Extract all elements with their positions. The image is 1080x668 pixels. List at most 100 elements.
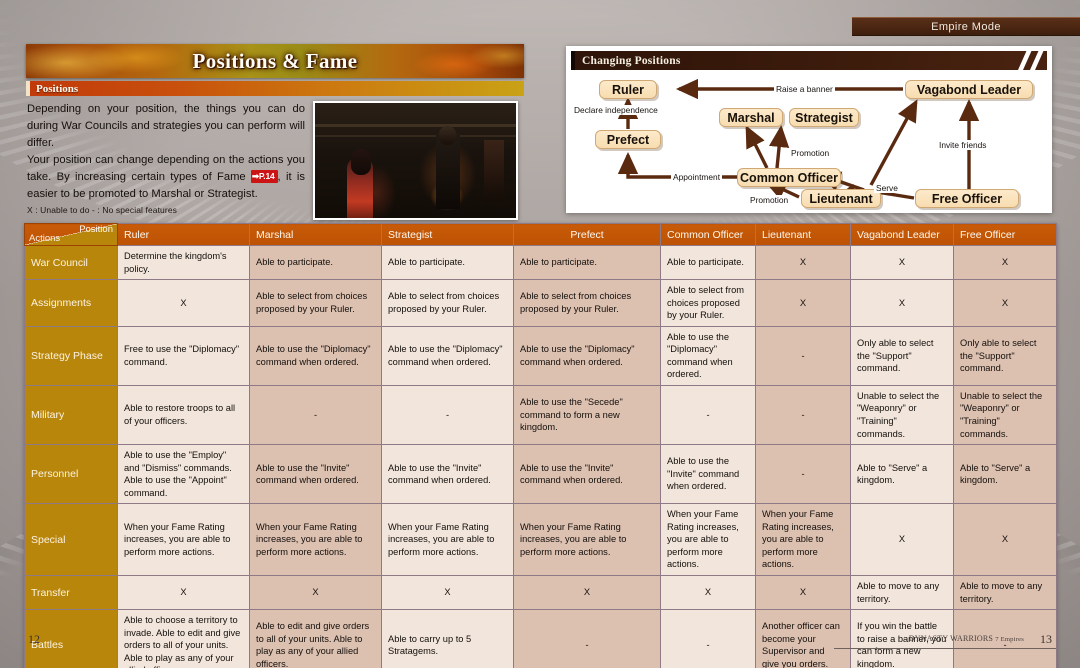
page-number-right: 13	[1040, 632, 1052, 646]
screenshot-figure-center-head	[438, 126, 456, 145]
table-row: Assignments X Able to select from choices …	[24, 279, 1057, 327]
table-header: Position Actions Ruler Marshal Strategis…	[24, 223, 1057, 246]
table-cell: X	[953, 503, 1057, 577]
diagram-node-ruler[interactable]: Ruler	[599, 80, 657, 99]
mode-tab: Empire Mode	[852, 17, 1080, 36]
diagram-node-prefect[interactable]: Prefect	[595, 130, 661, 149]
table-cell: Able to participate.	[660, 244, 756, 281]
table-col-header-vagabond-leader: Vagabond Leader	[850, 223, 954, 246]
diagram-header-slash-2	[1027, 51, 1046, 70]
table-cell: Only able to select the "Support" comman…	[953, 325, 1057, 386]
table-col-header-prefect: Prefect	[513, 223, 661, 246]
table-corner-position-label: Position	[79, 224, 113, 236]
diagram-node-common-officer[interactable]: Common Officer	[737, 168, 841, 187]
table-cell: Determine the kingdom's policy.	[117, 244, 250, 281]
table-cell: Able to move to any territory.	[850, 575, 954, 611]
diagram-edge-label-promotion-lower: Promotion	[748, 195, 791, 205]
table-cell: When your Fame Rating increases, you are…	[381, 503, 514, 577]
screenshot-thumbnail	[313, 101, 518, 220]
table-cell: Free to use the "Diplomacy" command.	[117, 325, 250, 386]
table-cell: Able to use the "Diplomacy" command when…	[513, 325, 661, 386]
table-cell: X	[755, 279, 851, 327]
table-cell: Only able to select the "Support" comman…	[850, 325, 954, 386]
footer-brand: DYNASTY WARRIORS 7 Empires	[909, 634, 1024, 643]
diagram-edge-label-raise-a-banner: Raise a banner	[774, 84, 835, 94]
table-body: War Council Determine the kingdom's polic…	[24, 244, 1057, 668]
table-corner-cell: Position Actions	[24, 223, 118, 246]
diagram-edge-label-invite-friends: Invite friends	[937, 140, 989, 150]
table-row: Strategy Phase Free to use the "Diplomacy…	[24, 325, 1057, 386]
table-cell: When your Fame Rating increases, you are…	[755, 503, 851, 577]
table-cell: Able to "Serve" a kingdom.	[953, 444, 1057, 505]
table-row: Transfer X X X X X X Able to move to any territ…	[24, 575, 1057, 611]
diagram-node-marshal[interactable]: Marshal	[719, 108, 783, 127]
table-row: Battles Able to choose a territory to inv…	[24, 609, 1057, 668]
diagram-node-free-officer[interactable]: Free Officer	[915, 189, 1019, 208]
table-cell: X	[660, 575, 756, 611]
diagram-edge-label-declare-independence: Declare independence	[572, 105, 660, 115]
table-cell: -	[513, 609, 661, 668]
diagram-header-accent-bar	[571, 51, 575, 70]
page-number-left: 12	[28, 632, 40, 646]
table-cell: Able to use the "Diplomacy" command when…	[660, 325, 756, 386]
diagram-header: Changing Positions	[571, 51, 1047, 70]
diagram-node-common-officer-label: Common Officer	[740, 170, 838, 185]
table-cell: Unable to select the "Weaponry" or "Trai…	[850, 384, 954, 446]
table-cell: Able to use the "Diplomacy" command when…	[381, 325, 514, 386]
table-cell: Able to select from choices proposed by …	[513, 279, 661, 327]
diagram-title: Changing Positions	[582, 54, 681, 67]
table-row: Personnel Able to use the "Employ" and "D…	[24, 444, 1057, 505]
body-paragraph-1: Depending on your position, the things y…	[27, 103, 305, 150]
page-title: Positions & Fame	[192, 48, 358, 73]
table-row-header: Military	[24, 384, 118, 446]
table-cell: X	[117, 279, 250, 327]
table-cell: Able to use the "Invite" command when or…	[513, 444, 661, 505]
table-cell: Able to participate.	[249, 244, 382, 281]
table-cell: When your Fame Rating increases, you are…	[660, 503, 756, 577]
table-col-header-ruler: Ruler	[117, 223, 250, 246]
table-cell: X	[850, 503, 954, 577]
diagram-node-vagabond-leader[interactable]: Vagabond Leader	[905, 80, 1033, 99]
table-row-header: Personnel	[24, 444, 118, 505]
table-col-header-marshal: Marshal	[249, 223, 382, 246]
table-cell: Able to select from choices proposed by …	[660, 279, 756, 327]
footer-rule	[834, 648, 1056, 649]
table-cell: Able to use the "Invite" command when or…	[381, 444, 514, 505]
table-corner-actions-label: Actions	[29, 233, 61, 244]
diagram-node-prefect-label: Prefect	[606, 132, 650, 147]
table-row-header: Transfer	[24, 575, 118, 611]
table-cell: X	[850, 279, 954, 327]
diagram-node-strategist[interactable]: Strategist	[789, 108, 859, 127]
diagram-node-lieutenant[interactable]: Lieutenant	[801, 189, 881, 208]
table-cell: Able to participate.	[381, 244, 514, 281]
table-col-header-free-officer: Free Officer	[953, 223, 1057, 246]
changing-positions-panel: Changing Positions Ruler Prefect Marshal…	[566, 46, 1052, 213]
diagram-node-ruler-label: Ruler	[612, 82, 644, 97]
table-row-header: Strategy Phase	[24, 325, 118, 386]
table-cell: Unable to select the "Weaponry" or "Trai…	[953, 384, 1057, 446]
table-row: War Council Determine the kingdom's polic…	[24, 244, 1057, 281]
table-cell: -	[755, 325, 851, 386]
table-row-header: Assignments	[24, 279, 118, 327]
table-cell: -	[660, 609, 756, 668]
table-cell: X	[249, 575, 382, 611]
page-reference-badge[interactable]: ➡P.14	[251, 170, 278, 183]
page-title-banner: Positions & Fame	[26, 44, 524, 78]
table-cell: Able to select from choices proposed by …	[249, 279, 382, 327]
table-cell: Able to use the "Invite" command when or…	[660, 444, 756, 505]
table-row: Special When your Fame Rating increases, …	[24, 503, 1057, 577]
table-cell: Able to choose a territory to invade. Ab…	[117, 609, 250, 668]
screenshot-figure-right	[483, 139, 504, 202]
table-row: Military Able to restore troops to all of…	[24, 384, 1057, 446]
table-cell: X	[953, 244, 1057, 281]
screenshot-beam	[315, 123, 516, 127]
table-cell: When your Fame Rating increases, you are…	[513, 503, 661, 577]
diagram-edge-label-serve: Serve	[874, 183, 900, 193]
table-row-header: War Council	[24, 244, 118, 281]
footer-brand-main: DYNASTY WARRIORS	[908, 634, 994, 643]
table-cell: Able to use the "Secede" command to form…	[513, 384, 661, 446]
table-cell: Able to use the "Invite" command when or…	[249, 444, 382, 505]
table-cell: -	[381, 384, 514, 446]
section-header-positions: Positions	[26, 81, 524, 96]
table-cell: Able to restore troops to all of your of…	[117, 384, 250, 446]
